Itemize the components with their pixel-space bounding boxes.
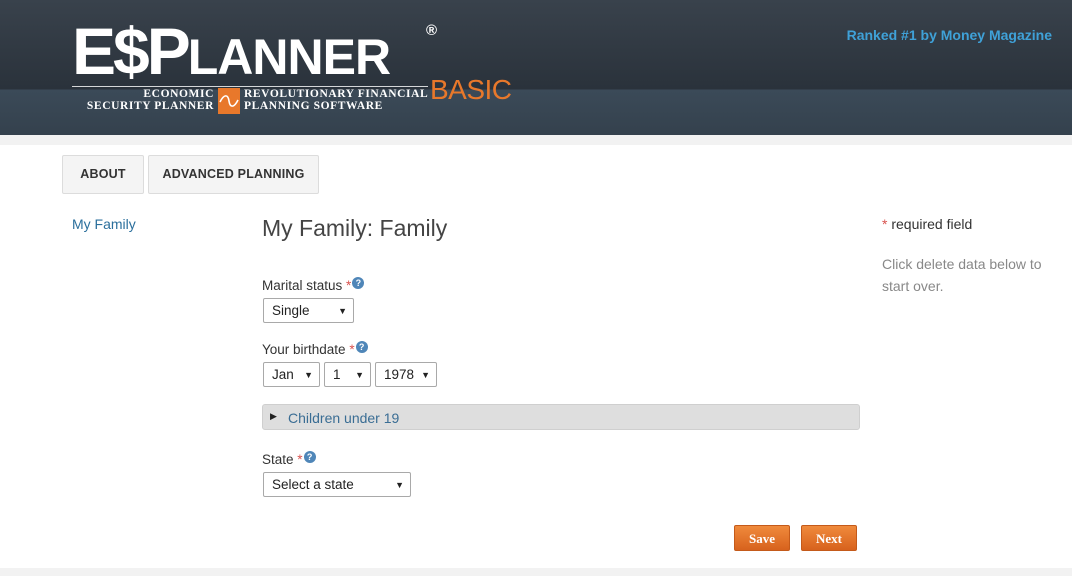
required-field-note: * required field bbox=[882, 216, 973, 232]
chevron-down-icon: ▼ bbox=[338, 306, 347, 316]
help-icon[interactable]: ? bbox=[352, 277, 365, 289]
required-marker: * bbox=[349, 342, 355, 357]
chevron-down-icon: ▼ bbox=[304, 370, 313, 380]
logo-tagline-left: ECONOMIC SECURITY PLANNER bbox=[86, 88, 214, 112]
chevron-down-icon: ▼ bbox=[395, 480, 404, 490]
logo-tagline-right: REVOLUTIONARY FINANCIAL PLANNING SOFTWAR… bbox=[244, 88, 429, 112]
required-marker: * bbox=[346, 278, 352, 293]
marital-status-select[interactable]: Single ▼ bbox=[263, 298, 354, 323]
help-icon[interactable]: ? bbox=[303, 451, 316, 463]
esplanner-logo[interactable]: E$PLANNER ® BASIC ECONOMIC SECURITY PLAN… bbox=[72, 18, 512, 118]
logo-wordmark: E$PLANNER bbox=[72, 14, 391, 88]
birthdate-label: Your birthdate *? bbox=[262, 341, 368, 357]
tab-about[interactable]: ABOUT bbox=[62, 155, 144, 194]
caret-right-icon: ▶ bbox=[270, 411, 277, 421]
main-content: ABOUT ADVANCED PLANNING My Family My Fam… bbox=[0, 145, 1072, 568]
wave-icon bbox=[218, 88, 240, 114]
marital-status-label: Marital status *? bbox=[262, 277, 365, 293]
state-label: State *? bbox=[262, 451, 316, 467]
birth-month-select[interactable]: Jan ▼ bbox=[263, 362, 320, 387]
sidebar-item-my-family[interactable]: My Family bbox=[72, 216, 136, 232]
registered-mark: ® bbox=[426, 22, 438, 39]
chevron-down-icon: ▼ bbox=[421, 370, 430, 380]
next-button[interactable]: Next bbox=[801, 525, 857, 551]
birth-day-select[interactable]: 1 ▼ bbox=[324, 362, 371, 387]
required-marker: * bbox=[297, 452, 303, 467]
save-button[interactable]: Save bbox=[734, 525, 790, 551]
site-header: E$PLANNER ® BASIC ECONOMIC SECURITY PLAN… bbox=[0, 0, 1072, 135]
help-icon[interactable]: ? bbox=[355, 341, 368, 353]
required-marker: * bbox=[882, 216, 888, 232]
logo-edition: BASIC bbox=[430, 74, 512, 105]
state-select[interactable]: Select a state ▼ bbox=[263, 472, 411, 497]
children-accordion[interactable]: ▶ Children under 19 bbox=[262, 404, 860, 430]
birth-year-select[interactable]: 1978 ▼ bbox=[375, 362, 437, 387]
children-accordion-label: Children under 19 bbox=[288, 410, 400, 426]
logo-divider bbox=[72, 86, 428, 87]
delete-data-hint: Click delete data below to start over. bbox=[882, 256, 1042, 294]
page-title: My Family: Family bbox=[262, 215, 448, 241]
tab-advanced-planning[interactable]: ADVANCED PLANNING bbox=[148, 155, 319, 194]
chevron-down-icon: ▼ bbox=[355, 370, 364, 380]
ranked-badge: Ranked #1 by Money Magazine bbox=[846, 27, 1052, 43]
footer-strip bbox=[0, 568, 1072, 576]
